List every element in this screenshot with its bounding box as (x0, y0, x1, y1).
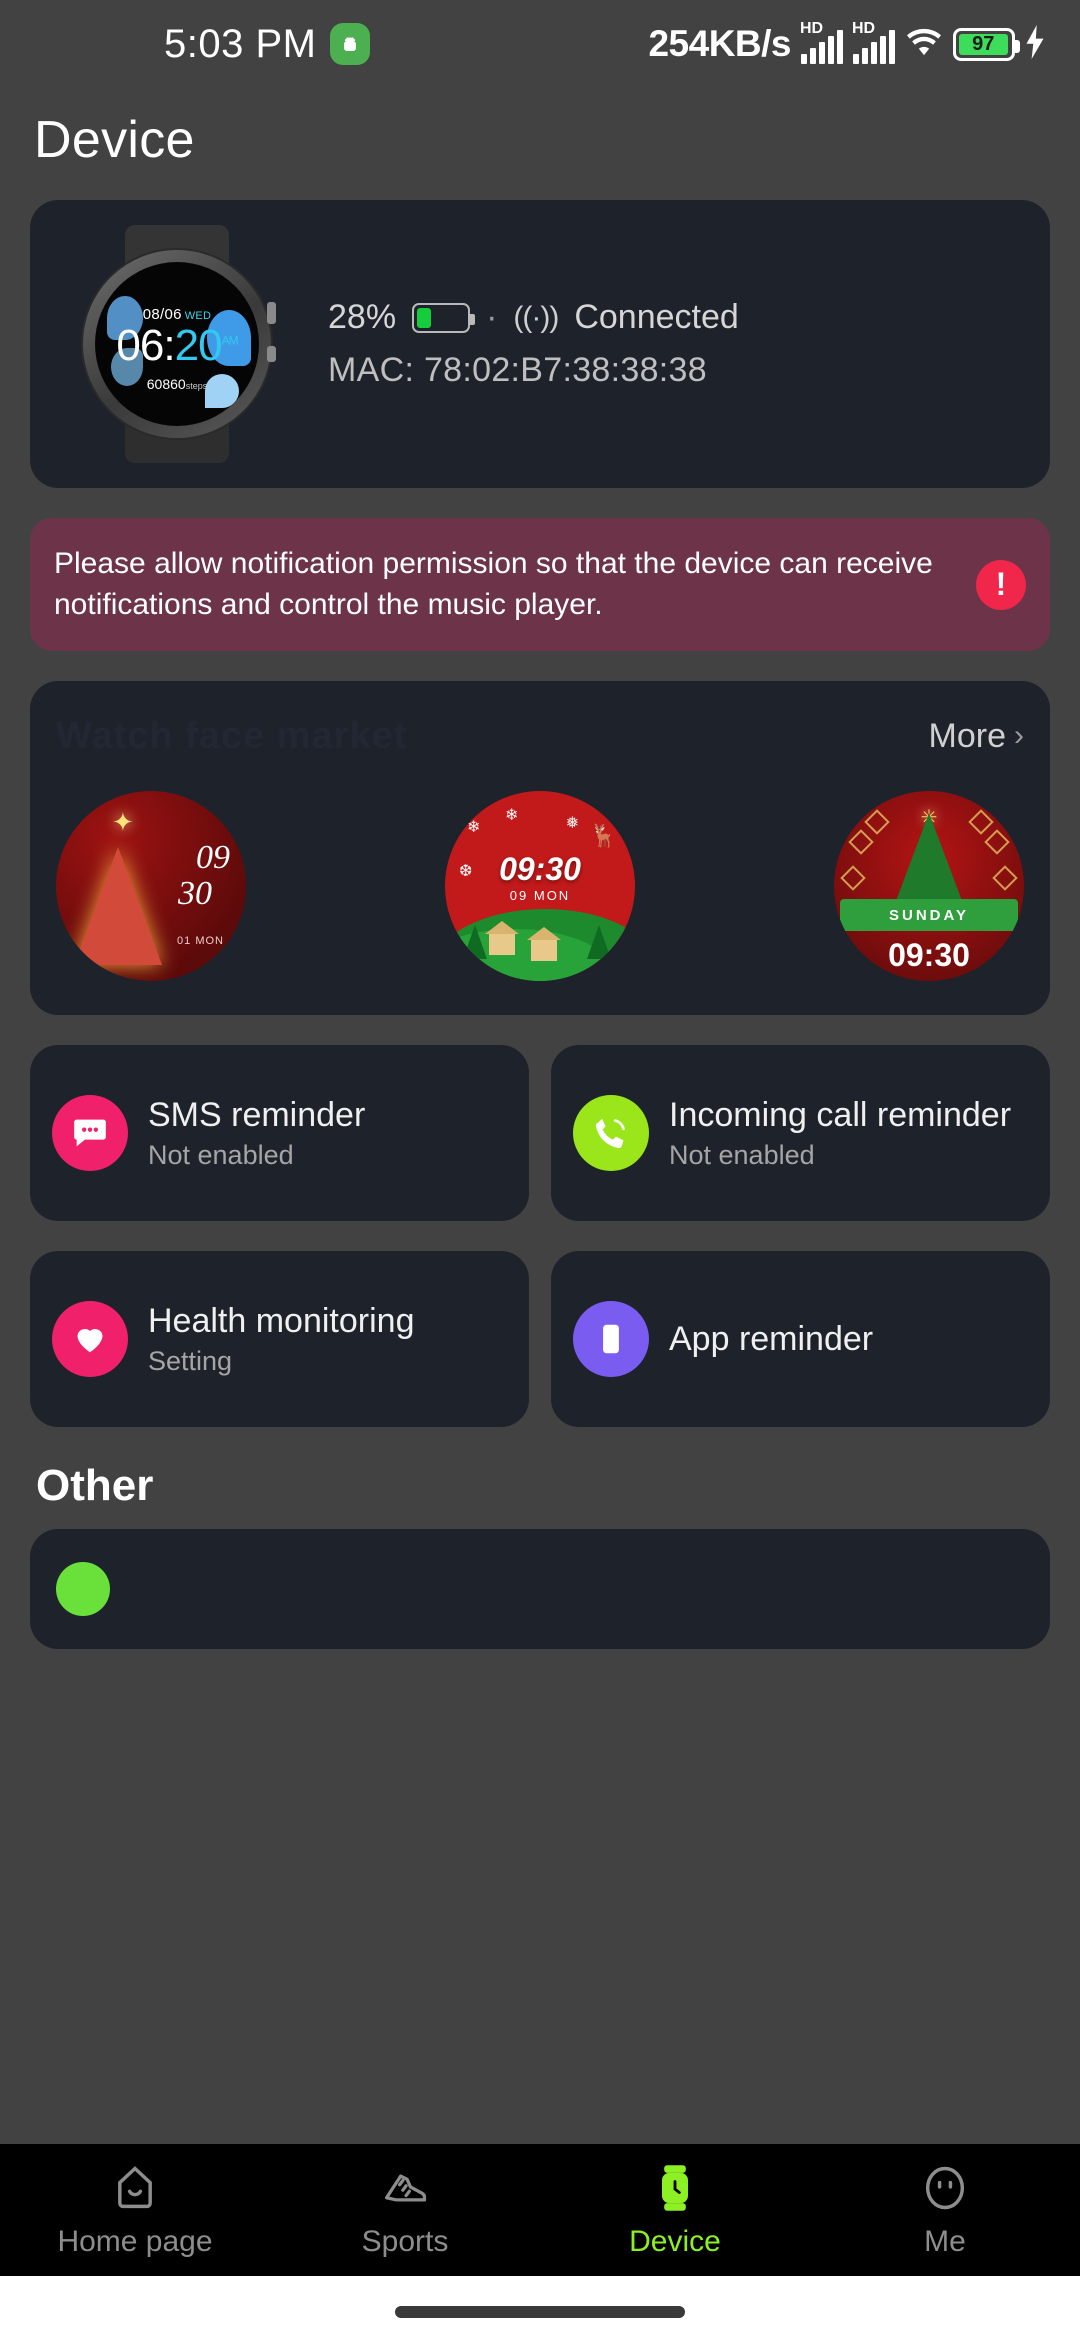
app-reminder-text: App reminder (669, 1319, 1028, 1359)
watch-icon (649, 2162, 701, 2219)
connection-signal-icon: ((·)) (513, 300, 559, 334)
watch-face-time-line1: 09 (196, 839, 230, 876)
reindeer-icon: 🦌 (589, 823, 617, 848)
hd-label-1: HD (800, 20, 824, 37)
bottom-navigation: Home page Sports Device Me (0, 2144, 1080, 2276)
chevron-right-icon: › (1014, 719, 1024, 752)
more-watch-faces-button[interactable]: More › (929, 717, 1024, 756)
message-icon (52, 1095, 128, 1171)
christmas-tree-icon (893, 813, 965, 909)
battery-percent: 97 (959, 33, 1008, 55)
nav-label: Device (629, 2224, 721, 2258)
sms-reminder-text: SMS reminder Not enabled (148, 1095, 507, 1170)
face-icon (919, 2162, 971, 2219)
device-mac-address: MAC: 78:02:B7:38:38:38 (328, 351, 707, 389)
watch-face-time: 09:30 (499, 851, 581, 887)
notification-permission-banner[interactable]: Please allow notification permission so … (30, 518, 1050, 651)
tile-title: SMS reminder (148, 1096, 366, 1135)
watch-face-subtitle: 01 MON (177, 935, 224, 947)
tile-subtitle: Not enabled (669, 1139, 815, 1170)
device-summary-card[interactable]: 08/06 WED 06:20AM 60860steps 28% · ((·))… (30, 200, 1050, 488)
watch-face-header: Watch face market More › (56, 707, 1024, 765)
phone-icon (573, 1095, 649, 1171)
separator-dot: · (486, 298, 498, 336)
gesture-bar[interactable] (395, 2306, 685, 2318)
network-speed: 254KB/s (648, 23, 791, 64)
page-title: Device (34, 111, 195, 169)
phone-app-icon (573, 1301, 649, 1377)
watch-face-subtitle: 09 MON (509, 888, 571, 903)
tile-title: Health monitoring (148, 1302, 415, 1341)
watch-preview: 08/06 WED 06:20AM 60860steps (52, 219, 302, 469)
gesture-nav-area (0, 2276, 1080, 2340)
health-monitoring-text: Health monitoring Setting (148, 1301, 507, 1376)
watch-face-thumbnail[interactable]: ✦ 09 30 01 MON (56, 791, 246, 981)
connection-status: Connected (574, 298, 739, 336)
health-monitoring-tile[interactable]: Health monitoring Setting (30, 1251, 529, 1427)
alert-icon: ! (976, 559, 1026, 610)
other-section-title: Other (36, 1461, 154, 1510)
other-card[interactable] (30, 1529, 1050, 1649)
watch-time: 06:20AM (116, 321, 238, 370)
watch-face-thumbnail[interactable]: ❄ ❄ ❅ ❆ 🦌 09:30 09 MON (445, 791, 635, 981)
watch-face-market-card: Watch face market More › ✦ 09 30 01 MON … (30, 681, 1050, 1015)
scroll-content: Device 08/06 WED 06:20AM 60860steps 28% … (0, 110, 1080, 1649)
more-label: More (928, 716, 1006, 755)
watch-face-time: 09:30 (888, 937, 970, 973)
sms-reminder-tile[interactable]: SMS reminder Not enabled (30, 1045, 529, 1221)
watch-face-time-line2: 30 (178, 875, 212, 912)
signal-bars-1-icon: HD (800, 20, 843, 64)
watch-face-section-title: Watch face market (56, 714, 408, 757)
notice-message: Please allow notification permission so … (54, 547, 933, 621)
nav-item-device[interactable]: Device (540, 2162, 810, 2259)
tile-subtitle: Setting (148, 1345, 233, 1376)
nav-item-me[interactable]: Me (810, 2162, 1080, 2259)
hd-label-2: HD (852, 20, 876, 37)
app-reminder-tile[interactable]: App reminder (551, 1251, 1050, 1427)
device-info: 28% · ((·)) Connected MAC: 78:02:B7:38:3… (328, 298, 739, 390)
tile-subtitle: Not enabled (148, 1139, 294, 1170)
nav-label: Me (924, 2224, 966, 2258)
star-icon: ✦ (112, 807, 134, 837)
incoming-call-text: Incoming call reminder Not enabled (669, 1095, 1028, 1170)
christmas-tree-icon (74, 847, 162, 965)
nav-label: Sports (361, 2224, 449, 2258)
reminder-tiles-row-1: SMS reminder Not enabled Incoming call r… (30, 1045, 1050, 1221)
shoe-icon (379, 2162, 431, 2219)
other-item-icon (56, 1562, 110, 1616)
signal-bars-2-icon: HD (852, 20, 895, 64)
watch-body: 08/06 WED 06:20AM 60860steps (83, 250, 276, 438)
incoming-call-reminder-tile[interactable]: Incoming call reminder Not enabled (551, 1045, 1050, 1221)
heart-icon (52, 1301, 128, 1377)
tile-title: Incoming call reminder (669, 1096, 1012, 1135)
nav-item-home-page[interactable]: Home page (0, 2162, 270, 2259)
nav-item-sports[interactable]: Sports (270, 2162, 540, 2259)
tile-title: App reminder (669, 1319, 874, 1358)
app-screen: 5:03 PM 254KB/s HD HD 97 Device 08/06 WE… (0, 0, 1080, 2340)
device-battery-percent: 28% (328, 298, 397, 336)
status-time: 5:03 PM (164, 21, 317, 66)
wifi-icon (904, 26, 944, 63)
status-bar-right: 254KB/s HD HD 97 (648, 20, 1046, 65)
watch-face-thumbnail[interactable]: ✳ SUNDAY 09:30 (834, 791, 1024, 981)
android-robot-icon (330, 23, 371, 65)
nav-label: Home page (57, 2224, 213, 2258)
status-bar: 5:03 PM 254KB/s HD HD 97 (0, 0, 1080, 88)
device-battery-icon (412, 302, 476, 333)
home-icon (109, 2162, 161, 2219)
charging-bolt-icon (1024, 24, 1046, 64)
watch-screen: 08/06 WED 06:20AM 60860steps (95, 262, 259, 426)
watch-face-ribbon: SUNDAY (840, 899, 1018, 931)
battery-indicator: 97 (953, 27, 1020, 61)
watch-face-list: ✦ 09 30 01 MON ❄ ❄ ❅ ❆ 🦌 09:30 09 MON ✳ … (56, 791, 1024, 981)
reminder-tiles-row-2: Health monitoring Setting App reminder (30, 1251, 1050, 1427)
watch-steps: 60860steps (146, 376, 208, 392)
status-bar-left: 5:03 PM (164, 21, 371, 67)
